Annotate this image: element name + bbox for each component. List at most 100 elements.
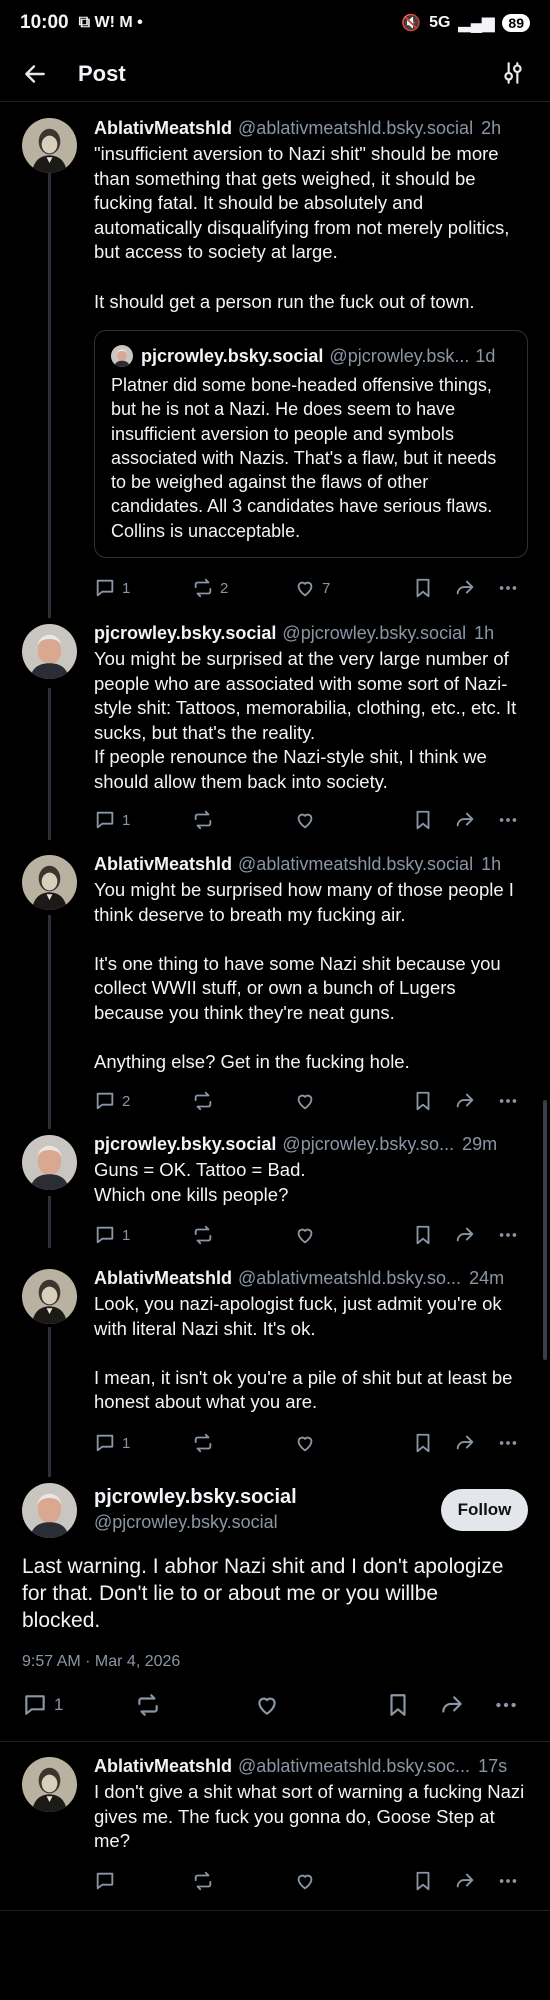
repost-icon bbox=[192, 1224, 214, 1246]
like-button[interactable]: 7 bbox=[294, 577, 330, 599]
avatar[interactable] bbox=[22, 624, 77, 679]
author-name[interactable]: AblativMeatshld bbox=[94, 1268, 232, 1289]
share-button[interactable] bbox=[439, 1692, 465, 1718]
post-actions: 1 bbox=[94, 1429, 524, 1457]
follow-button[interactable]: Follow bbox=[441, 1489, 528, 1531]
repost-button[interactable] bbox=[192, 1224, 214, 1246]
post: AblativMeatshld @ablativmeatshld.bsky.so… bbox=[94, 854, 530, 1075]
share-icon bbox=[439, 1692, 465, 1718]
author-name[interactable]: AblativMeatshld bbox=[94, 118, 232, 139]
share-icon bbox=[454, 577, 476, 599]
reply-icon bbox=[94, 1224, 116, 1246]
reply-icon bbox=[94, 577, 116, 599]
reply-button[interactable]: 1 bbox=[94, 1432, 130, 1454]
avatar[interactable] bbox=[22, 1757, 77, 1812]
reply-icon bbox=[94, 809, 116, 831]
like-button[interactable] bbox=[294, 1432, 316, 1454]
bookmark-button[interactable] bbox=[385, 1692, 411, 1718]
like-button[interactable] bbox=[294, 1090, 316, 1112]
bookmark-icon bbox=[412, 577, 434, 599]
share-button[interactable] bbox=[454, 1870, 476, 1892]
more-button[interactable] bbox=[497, 809, 519, 831]
avatar[interactable] bbox=[22, 1483, 77, 1538]
avatar[interactable] bbox=[22, 1135, 77, 1190]
author-name[interactable]: pjcrowley.bsky.social bbox=[94, 1134, 276, 1155]
author-handle[interactable]: @pjcrowley.bsky.so... bbox=[282, 1134, 454, 1155]
bookmark-icon bbox=[412, 809, 434, 831]
reply-button[interactable] bbox=[94, 1870, 116, 1892]
back-arrow-icon[interactable] bbox=[22, 60, 50, 88]
repost-button[interactable]: 2 bbox=[192, 577, 228, 599]
bookmark-button[interactable] bbox=[412, 809, 434, 831]
author-handle[interactable]: @ablativmeatshld.bsky.soc... bbox=[238, 1756, 470, 1777]
share-button[interactable] bbox=[454, 809, 476, 831]
thread-line bbox=[48, 1196, 51, 1248]
repost-button[interactable] bbox=[135, 1692, 161, 1718]
bookmark-button[interactable] bbox=[412, 1432, 434, 1454]
post-actions: 1 bbox=[94, 1221, 524, 1249]
reply-button[interactable]: 1 bbox=[22, 1692, 63, 1718]
like-button[interactable] bbox=[294, 809, 316, 831]
reply-button[interactable]: 1 bbox=[94, 809, 130, 831]
avatar[interactable] bbox=[22, 1269, 77, 1324]
reply-count: 2 bbox=[122, 1092, 131, 1110]
post-text: "insufficient aversion to Nazi shit" sho… bbox=[94, 143, 510, 312]
share-button[interactable] bbox=[454, 577, 476, 599]
more-button[interactable] bbox=[497, 1432, 519, 1454]
clock: 10:00 bbox=[20, 12, 69, 33]
bookmark-button[interactable] bbox=[412, 1090, 434, 1112]
share-icon bbox=[454, 809, 476, 831]
like-button[interactable] bbox=[294, 1870, 316, 1892]
repost-icon bbox=[192, 1432, 214, 1454]
more-button[interactable] bbox=[493, 1692, 519, 1718]
more-button[interactable] bbox=[497, 577, 519, 599]
author-handle[interactable]: @pjcrowley.bsky.social bbox=[282, 623, 466, 644]
author-name[interactable]: AblativMeatshld bbox=[94, 854, 232, 875]
network-label: 5G bbox=[429, 14, 451, 31]
reply-button[interactable]: 1 bbox=[94, 1224, 130, 1246]
post-text: Last warning. I abhor Nazi shit and I do… bbox=[22, 1555, 504, 1632]
more-button[interactable] bbox=[497, 1870, 519, 1892]
share-button[interactable] bbox=[454, 1090, 476, 1112]
repost-button[interactable] bbox=[192, 809, 214, 831]
bookmark-button[interactable] bbox=[412, 577, 434, 599]
repost-button[interactable] bbox=[192, 1870, 214, 1892]
post-time: 1h bbox=[481, 854, 502, 874]
like-button[interactable] bbox=[254, 1692, 280, 1718]
repost-icon bbox=[135, 1692, 161, 1718]
more-button[interactable] bbox=[497, 1224, 519, 1246]
author-handle[interactable]: @ablativmeatshld.bsky.social bbox=[238, 118, 473, 139]
bookmark-button[interactable] bbox=[412, 1870, 434, 1892]
sliders-icon[interactable] bbox=[500, 60, 528, 88]
reply-button[interactable]: 1 bbox=[94, 577, 130, 599]
notification-icons: ⧉ W! M • bbox=[78, 14, 143, 31]
more-icon bbox=[497, 1224, 519, 1246]
quote-post[interactable]: pjcrowley.bsky.social @pjcrowley.bsk... … bbox=[94, 330, 528, 559]
repost-button[interactable] bbox=[192, 1432, 214, 1454]
author-handle[interactable]: @pjcrowley.bsky.social bbox=[94, 1512, 278, 1533]
reply-button[interactable]: 2 bbox=[94, 1090, 130, 1112]
author-name[interactable]: pjcrowley.bsky.social bbox=[94, 623, 276, 644]
avatar[interactable] bbox=[22, 855, 77, 910]
like-button[interactable] bbox=[294, 1224, 316, 1246]
like-count: 7 bbox=[322, 579, 331, 597]
author-name[interactable]: pjcrowley.bsky.social bbox=[94, 1486, 297, 1509]
post-actions: 1 2 7 bbox=[94, 574, 524, 602]
author-handle[interactable]: @ablativmeatshld.bsky.so... bbox=[238, 1268, 461, 1289]
reply-icon bbox=[94, 1870, 116, 1892]
bookmark-button[interactable] bbox=[412, 1224, 434, 1246]
share-button[interactable] bbox=[454, 1432, 476, 1454]
mute-icon: 🔇 bbox=[401, 15, 422, 32]
repost-button[interactable] bbox=[192, 1090, 214, 1112]
share-button[interactable] bbox=[454, 1224, 476, 1246]
avatar[interactable] bbox=[22, 118, 77, 173]
scrollbar[interactable] bbox=[543, 1100, 547, 1360]
author-handle[interactable]: @ablativmeatshld.bsky.social bbox=[238, 854, 473, 875]
post-text: You might be surprised at the very large… bbox=[94, 648, 517, 792]
bookmark-icon bbox=[412, 1224, 434, 1246]
thread-line bbox=[48, 1327, 51, 1477]
more-button[interactable] bbox=[497, 1090, 519, 1112]
bookmark-icon bbox=[412, 1090, 434, 1112]
reply-count: 1 bbox=[122, 1434, 131, 1452]
author-name[interactable]: AblativMeatshld bbox=[94, 1756, 232, 1777]
